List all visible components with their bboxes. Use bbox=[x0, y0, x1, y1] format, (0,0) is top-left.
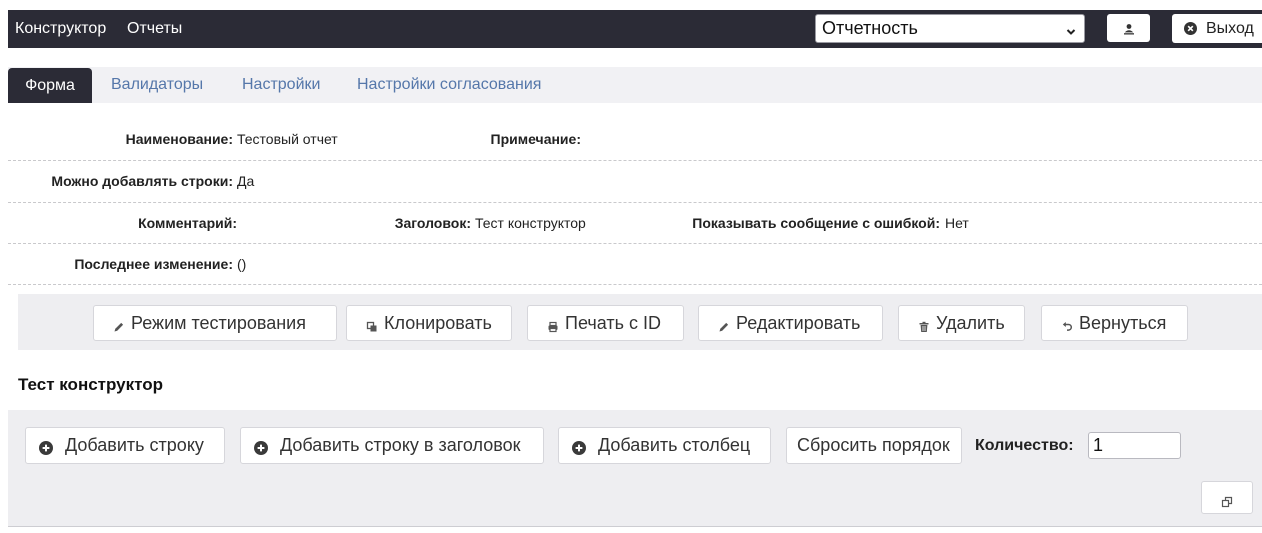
quantity-label: Количество: bbox=[975, 437, 1074, 454]
last-modified-value: () bbox=[237, 256, 247, 272]
user-icon bbox=[1123, 22, 1135, 35]
clone-icon bbox=[366, 317, 378, 332]
test-mode-button[interactable]: Режим тестирования bbox=[93, 305, 337, 341]
pencil-icon bbox=[113, 317, 125, 332]
add-column-button[interactable]: Добавить столбец bbox=[558, 427, 771, 464]
pencil-icon bbox=[718, 317, 730, 332]
nav-link-reports[interactable]: Отчеты bbox=[127, 10, 182, 48]
info-row-comment: Комментарий: Заголовок: Тест конструктор… bbox=[8, 203, 1262, 244]
add-row-label: Добавить строку bbox=[65, 435, 204, 455]
header-value: Тест конструктор bbox=[475, 215, 586, 231]
add-column-label: Добавить столбец bbox=[598, 435, 751, 455]
restore-view-button[interactable] bbox=[1201, 481, 1253, 514]
tab-bar: Форма Валидаторы Настройки Настройки сог… bbox=[8, 67, 1262, 103]
quantity-input[interactable] bbox=[1088, 432, 1181, 459]
constructor-title: Тест конструктор bbox=[18, 375, 163, 394]
show-error-value: Нет bbox=[945, 215, 969, 231]
logout-label: Выход bbox=[1206, 19, 1254, 37]
plus-circle-icon bbox=[572, 439, 586, 455]
print-with-id-label: Печать с ID bbox=[565, 312, 661, 333]
trash-icon bbox=[918, 317, 930, 332]
delete-label: Удалить bbox=[936, 312, 1005, 333]
tab-approval-settings[interactable]: Настройки согласования bbox=[357, 67, 541, 103]
print-with-id-button[interactable]: Печать с ID bbox=[527, 305, 684, 341]
clone-button[interactable]: Клонировать bbox=[346, 305, 512, 341]
reset-order-button[interactable]: Сбросить порядок bbox=[786, 427, 962, 464]
chevron-down-icon bbox=[1066, 24, 1076, 35]
reset-order-label: Сбросить порядок bbox=[797, 435, 950, 455]
show-error-label: Показывать сообщение с ошибкой: bbox=[692, 215, 940, 231]
edit-label: Редактировать bbox=[736, 312, 861, 333]
comment-label: Комментарий: bbox=[138, 215, 237, 231]
plus-circle-icon bbox=[39, 439, 53, 455]
delete-button[interactable]: Удалить bbox=[898, 305, 1025, 341]
nav-link-constructor[interactable]: Конструктор bbox=[15, 10, 106, 48]
can-add-rows-value: Да bbox=[237, 173, 255, 189]
back-label: Вернуться bbox=[1079, 312, 1167, 333]
info-row-add-rows: Можно добавлять строки: Да bbox=[8, 161, 1262, 203]
back-button[interactable]: Вернуться bbox=[1041, 305, 1188, 341]
user-profile-button[interactable] bbox=[1107, 14, 1150, 42]
report-select-value: Отчетность bbox=[822, 18, 918, 38]
action-toolbar: Режим тестирования Клонировать Печать с … bbox=[18, 294, 1262, 350]
add-row-button[interactable]: Добавить строку bbox=[25, 427, 225, 464]
tab-form[interactable]: Форма bbox=[8, 68, 92, 103]
header-label: Заголовок: bbox=[394, 215, 471, 231]
name-label: Наименование: bbox=[125, 131, 233, 147]
top-navbar: Конструктор Отчеты Отчетность Выход bbox=[8, 10, 1262, 48]
report-select[interactable]: Отчетность bbox=[815, 14, 1085, 43]
print-icon bbox=[547, 317, 559, 333]
info-row-last-modified: Последнее изменение: () bbox=[8, 244, 1262, 285]
test-mode-label: Режим тестирования bbox=[131, 312, 306, 333]
logout-button[interactable]: Выход bbox=[1172, 14, 1262, 43]
window-restore-icon bbox=[1221, 492, 1233, 507]
can-add-rows-label: Можно добавлять строки: bbox=[51, 173, 233, 189]
info-row-name: Наименование: Тестовый отчет Примечание: bbox=[8, 119, 1262, 161]
tab-settings[interactable]: Настройки bbox=[242, 67, 320, 103]
constructor-toolbar: Добавить строку Добавить строку в заголо… bbox=[8, 410, 1262, 527]
tab-validators[interactable]: Валидаторы bbox=[111, 67, 203, 103]
note-label: Примечание: bbox=[490, 131, 581, 147]
plus-circle-icon bbox=[254, 439, 268, 455]
times-circle-icon bbox=[1184, 22, 1197, 35]
name-value: Тестовый отчет bbox=[237, 131, 338, 147]
undo-icon bbox=[1061, 317, 1073, 331]
add-header-row-button[interactable]: Добавить строку в заголовок bbox=[240, 427, 544, 464]
add-header-row-label: Добавить строку в заголовок bbox=[280, 435, 521, 455]
edit-button[interactable]: Редактировать bbox=[698, 305, 883, 341]
clone-label: Клонировать bbox=[384, 312, 492, 333]
last-modified-label: Последнее изменение: bbox=[74, 256, 233, 272]
